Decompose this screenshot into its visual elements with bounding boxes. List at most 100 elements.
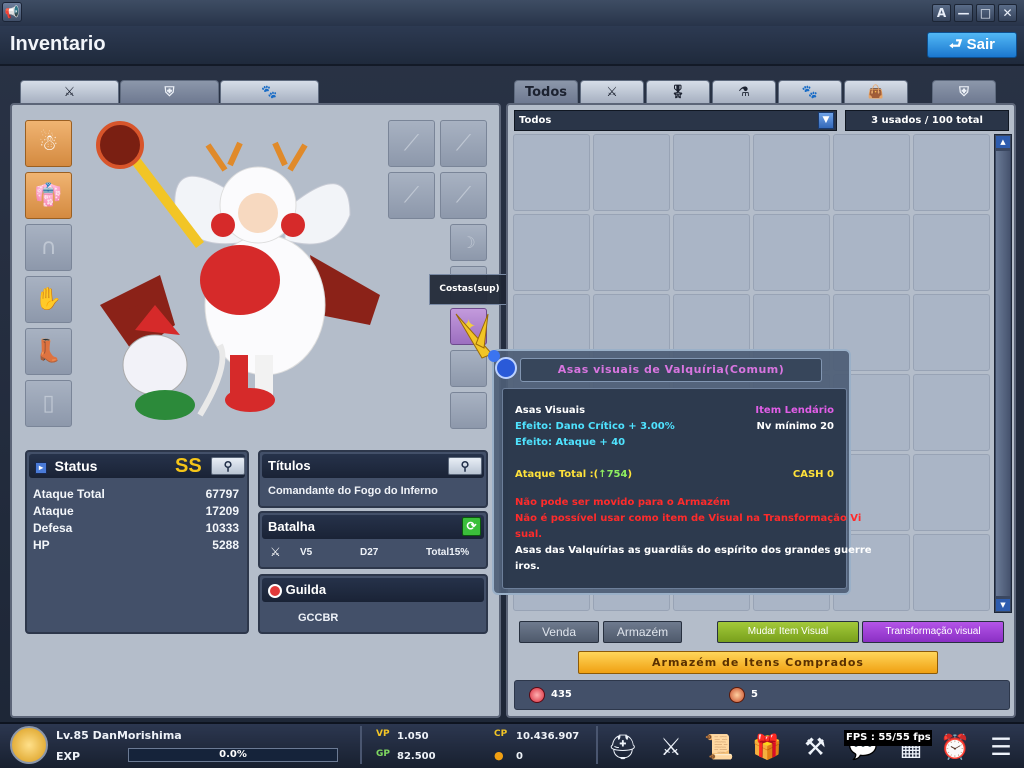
expand-arrow-icon[interactable]: ▸ [35, 461, 47, 474]
inventory-slot[interactable] [913, 374, 990, 451]
tooltip-effect-1: Efeito: Dano Crítico + 3.00% [515, 421, 675, 432]
crossed-swords-icon: ⚔ [63, 85, 76, 100]
crossed-swords-icon[interactable]: ⚔ [654, 730, 688, 764]
santa-outfit-icon: 👘 [34, 183, 63, 208]
change-visual-button[interactable]: Mudar Item Visual [717, 621, 859, 643]
status-search-button[interactable]: ⚲ [211, 457, 245, 475]
font-size-button[interactable]: A [932, 4, 951, 22]
inventory-slot[interactable] [913, 134, 990, 211]
scroll-down-icon[interactable]: ▼ [996, 599, 1010, 611]
purchased-storage-button[interactable]: Armazém de Itens Comprados [578, 651, 938, 674]
exit-button[interactable]: ⮐ Sair [927, 32, 1017, 58]
inventory-slot[interactable] [593, 134, 670, 211]
inventory-slot[interactable] [913, 214, 990, 291]
gift-icon[interactable]: 🎁 [750, 730, 784, 764]
sell-button[interactable]: Venda [519, 621, 599, 643]
equip-slot-outfit[interactable]: 👘 [25, 172, 72, 219]
titles-title: Títulos [268, 458, 311, 473]
inventory-slot[interactable] [593, 214, 670, 291]
tab-pets[interactable]: 🐾 [220, 80, 319, 104]
battle-division: D27 [360, 547, 379, 558]
gems-value: 435 [551, 689, 572, 700]
inventory-slot[interactable] [753, 214, 830, 291]
inventory-slot[interactable] [673, 134, 750, 211]
tab-weapons[interactable]: ⚔ [20, 80, 119, 104]
equip-slot-cape[interactable]: ▯ [25, 380, 72, 427]
megaphone-icon[interactable]: 📢 [2, 2, 22, 22]
exit-button-label: Sair [966, 36, 996, 53]
tooltip-cash: CASH 0 [792, 469, 834, 480]
equip-slot-lower[interactable]: ∩ [25, 224, 72, 271]
titles-box: Títulos ⚲ Comandante do Fogo do Inferno [258, 450, 488, 508]
equip-slot-weapon-3[interactable]: ⟋ [388, 172, 435, 219]
tooltip-type: Asas Visuais [515, 405, 586, 416]
sword-icon: ⟋ [403, 131, 420, 156]
reindeer-hat-icon: ☃ [38, 131, 59, 156]
equip-slot-hat[interactable]: ☃ [25, 120, 72, 167]
equip-slot-accessory-1[interactable]: ☽ [450, 224, 487, 261]
tab-bag[interactable]: 👜 [844, 80, 908, 104]
inventory-slot[interactable] [513, 134, 590, 211]
minimize-button[interactable]: — [954, 4, 973, 22]
inventory-slot[interactable] [833, 134, 910, 211]
gp-icon: GP [376, 749, 390, 759]
status-box: ▸ Status SS ⚲ Ataque Total 67797 Ataque 17… [25, 450, 249, 634]
bag-icon: 👜 [867, 85, 885, 100]
stat-label: Defesa [33, 521, 73, 535]
armor-icon: ⛨ [959, 85, 969, 100]
inventory-scrollbar[interactable]: ▲ ▼ [994, 134, 1012, 613]
hammer-icon[interactable]: ⚒ [798, 730, 832, 764]
storage-button[interactable]: Armazém [603, 621, 682, 643]
menu-icon[interactable]: ☰ [984, 730, 1018, 764]
window-top-bar [0, 0, 1024, 26]
filter-dropdown[interactable]: Todos ▼ [514, 110, 837, 131]
titles-search-button[interactable]: ⚲ [448, 457, 482, 475]
stat-row-defense: Defesa 10333 [33, 521, 239, 537]
stat-label: Ataque [33, 504, 74, 518]
inventory-slot[interactable] [513, 214, 590, 291]
tab-pets-right[interactable]: 🐾 [778, 80, 842, 104]
coin-icon: ● [494, 749, 504, 762]
equip-slot-shoes[interactable]: 👢 [25, 328, 72, 375]
helmet-icon[interactable]: ⛑ [606, 730, 640, 764]
scrollbar-thumb[interactable] [996, 151, 1010, 596]
tab-armor[interactable]: ⛨ [120, 80, 219, 104]
inventory-slot[interactable] [753, 134, 830, 211]
gloves-icon: ✋ [34, 287, 63, 312]
avatar[interactable] [10, 726, 48, 764]
equip-slot-weapon-4[interactable]: ⟋ [440, 172, 487, 219]
token-icon [729, 687, 745, 703]
maximize-button[interactable]: □ [976, 4, 995, 22]
equip-slot-tooltip: Costas(sup) [429, 274, 510, 305]
guild-name: GCCBR [298, 612, 339, 624]
equip-slot-weapon-2[interactable]: ⟋ [440, 120, 487, 167]
transform-visual-button[interactable]: Transformação visual [862, 621, 1004, 643]
certificate-icon[interactable]: 📜 [702, 730, 736, 764]
claw-icon: ☽ [461, 233, 476, 252]
tab-accessories[interactable]: 🎖 [646, 80, 710, 104]
gp-value: 82.500 [397, 751, 436, 762]
inventory-slot[interactable] [833, 214, 910, 291]
tab-weapons-right[interactable]: ⚔ [580, 80, 644, 104]
armor-icon: ⛨ [164, 85, 175, 100]
equip-slot-gloves[interactable]: ✋ [25, 276, 72, 323]
inventory-slot[interactable] [913, 534, 990, 611]
attack-label: Ataque Total :( [515, 469, 599, 480]
close-button[interactable]: ✕ [998, 4, 1017, 22]
tooltip-title: Asas visuais de Valquíria(Comum) [520, 358, 822, 382]
alarm-icon[interactable]: ⏰ [938, 730, 972, 764]
tab-visual[interactable]: ⛨ [932, 80, 996, 104]
inventory-slot[interactable] [673, 214, 750, 291]
scroll-up-icon[interactable]: ▲ [996, 136, 1010, 148]
refresh-icon[interactable]: ⟳ [462, 517, 481, 536]
inventory-slot[interactable] [913, 454, 990, 531]
magnifier-icon: ⚲ [460, 459, 470, 473]
stat-value: 5288 [212, 538, 239, 552]
equip-slot-accessory-5[interactable] [450, 392, 487, 429]
exp-value: 0.0% [219, 749, 247, 760]
battle-rank-icon: ⚔ [270, 545, 281, 559]
inventory-slot[interactable] [913, 294, 990, 371]
tab-all[interactable]: Todos [514, 80, 578, 104]
tab-potions[interactable]: ⚗ [712, 80, 776, 104]
equip-slot-weapon-1[interactable]: ⟋ [388, 120, 435, 167]
